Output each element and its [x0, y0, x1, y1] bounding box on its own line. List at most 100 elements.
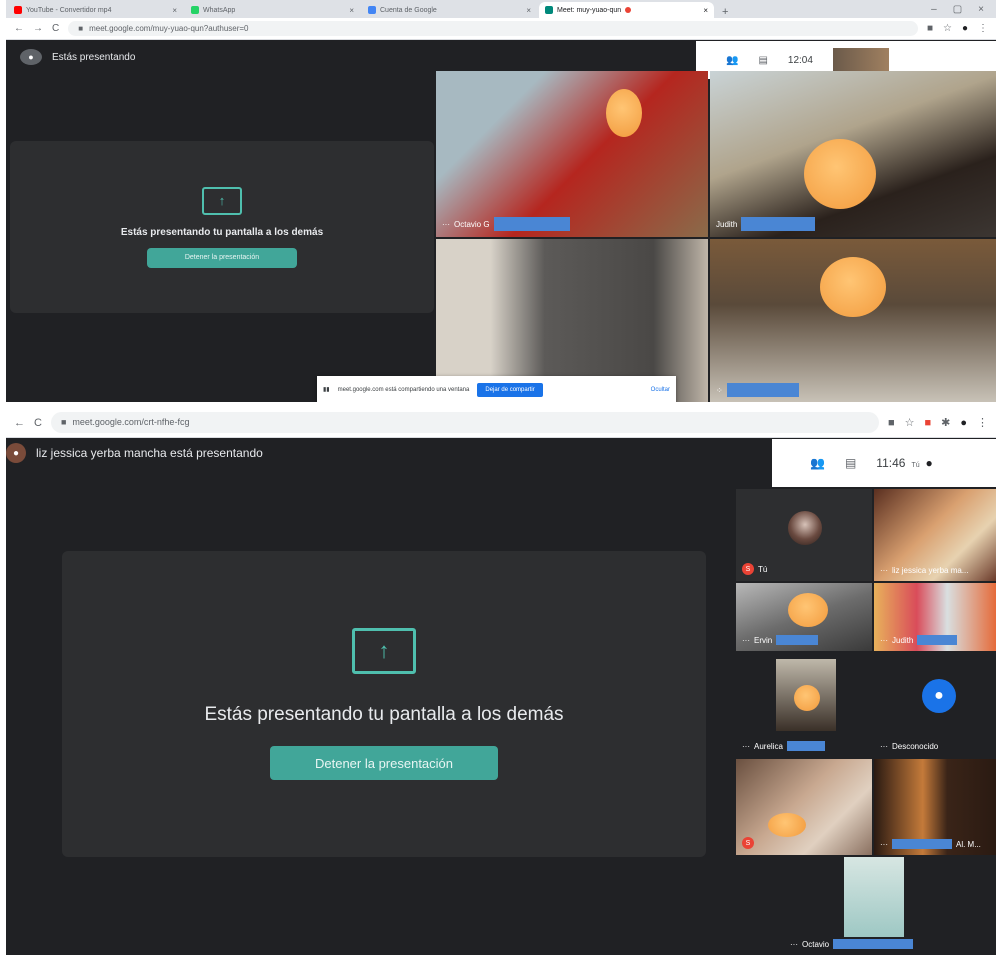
- people-icon[interactable]: 👥: [726, 55, 738, 66]
- close-icon[interactable]: ×: [172, 6, 177, 15]
- participant-tile[interactable]: ⁘: [710, 239, 996, 402]
- url-field[interactable]: ■ meet.google.com/crt-nfhe-fcg: [50, 412, 879, 433]
- url-field[interactable]: ■ meet.google.com/muy-yuao-qun?authuser=…: [68, 21, 918, 36]
- participant-tile[interactable]: S Tú: [736, 489, 872, 581]
- chat-icon[interactable]: ▤: [758, 55, 767, 66]
- meet-top-bar: 👥 ▤ 11:46 Tú ●: [772, 439, 996, 487]
- whatsapp-icon: [191, 6, 199, 14]
- participant-name: ··· Ervin: [742, 635, 819, 645]
- reload-icon[interactable]: C: [34, 417, 42, 429]
- google-icon: [368, 6, 376, 14]
- more-icon[interactable]: ···: [790, 940, 798, 949]
- redaction-box: [741, 217, 816, 231]
- participant-tile[interactable]: ··· Octavio G: [436, 71, 708, 237]
- camera-icon[interactable]: ■: [888, 417, 895, 429]
- window-controls: – ▢ ×: [931, 4, 996, 15]
- participant-name: ··· Desconocido: [880, 742, 938, 751]
- redaction-box: [493, 217, 570, 231]
- tab-title: WhatsApp: [203, 6, 236, 14]
- stop-presenting-button[interactable]: Detener la presentación: [147, 247, 297, 268]
- participant-name-text: Al. M...: [956, 839, 981, 849]
- tab-title: Cuenta de Google: [380, 6, 437, 14]
- participant-tile[interactable]: ··· liz jessica yerba ma...: [874, 489, 996, 581]
- profile-icon: ●: [925, 456, 933, 470]
- presenting-header: ● liz jessica yerba mancha está presenta…: [6, 443, 263, 463]
- participant-tile[interactable]: ··· Judith: [874, 583, 996, 651]
- presenting-label: Estás presentando: [52, 51, 136, 63]
- participant-tile[interactable]: ··· Ervin: [736, 583, 872, 651]
- self-view-thumbnail[interactable]: [832, 48, 889, 72]
- more-icon[interactable]: ···: [880, 840, 888, 849]
- participant-avatar: [788, 511, 822, 545]
- extensions: ■ ☆ ■ ✱ ● ⋮: [888, 416, 988, 430]
- self-avatar[interactable]: Tú ●: [911, 456, 933, 470]
- meet-icon: [545, 6, 553, 14]
- camera-icon[interactable]: ■: [927, 23, 933, 34]
- profile-icon[interactable]: ●: [962, 23, 968, 34]
- clock: 11:46: [876, 456, 906, 470]
- back-icon[interactable]: ←: [14, 23, 24, 34]
- menu-icon[interactable]: ⋮: [977, 416, 988, 429]
- new-tab-button[interactable]: +: [714, 6, 736, 18]
- chat-icon[interactable]: ▤: [845, 456, 856, 470]
- forward-icon[interactable]: →: [33, 23, 43, 34]
- more-icon[interactable]: ···: [880, 636, 888, 645]
- more-icon[interactable]: ···: [742, 636, 750, 645]
- participant-tile[interactable]: ··· Al. M...: [874, 759, 996, 855]
- more-icon[interactable]: ···: [880, 566, 888, 575]
- minimize-icon[interactable]: –: [931, 4, 937, 15]
- people-icon[interactable]: 👥: [810, 456, 825, 470]
- lock-icon: ■: [60, 417, 67, 428]
- hide-button[interactable]: Ocultar: [651, 387, 670, 393]
- star-icon[interactable]: ☆: [905, 416, 915, 429]
- stop-sharing-button[interactable]: Dejar de compartir: [477, 382, 543, 397]
- close-icon[interactable]: ×: [526, 6, 531, 15]
- profile-icon[interactable]: ●: [960, 417, 967, 429]
- close-icon[interactable]: ×: [349, 6, 354, 15]
- stop-presenting-button[interactable]: Detener la presentación: [270, 746, 498, 780]
- more-icon[interactable]: ···: [742, 742, 750, 751]
- participant-name-text: Judith: [716, 219, 738, 229]
- star-icon[interactable]: ☆: [943, 23, 952, 34]
- participant-name: S: [742, 837, 754, 849]
- participant-tile[interactable]: Judith: [710, 71, 996, 237]
- tab-bar: YouTube - Convertidor mp4 × WhatsApp × C…: [6, 0, 996, 18]
- maximize-icon[interactable]: ▢: [953, 4, 962, 15]
- meet-stage: ● Estás presentando ↑ Estás presentando …: [6, 41, 996, 402]
- close-icon[interactable]: ×: [703, 6, 708, 15]
- extension-red-icon[interactable]: ■: [924, 417, 931, 429]
- participant-name-text: Octavio G: [454, 219, 490, 229]
- participant-tile[interactable]: S: [736, 759, 872, 855]
- close-window-icon[interactable]: ×: [978, 4, 984, 15]
- tab-google-account[interactable]: Cuenta de Google ×: [362, 2, 537, 18]
- menu-icon[interactable]: ⋮: [978, 23, 988, 34]
- address-bar-row: ← C ■ meet.google.com/crt-nfhe-fcg ■ ☆ ■…: [6, 408, 996, 438]
- extensions: ■ ☆ ● ⋮: [927, 23, 988, 34]
- tab-meet[interactable]: Meet: muy-yuao-qun ×: [539, 2, 714, 18]
- clock: 12:04: [787, 54, 813, 66]
- tab-youtube[interactable]: YouTube - Convertidor mp4 ×: [8, 2, 183, 18]
- address-bar-row: ← → C ■ meet.google.com/muy-yuao-qun?aut…: [6, 18, 996, 40]
- redaction-box: [726, 383, 799, 397]
- back-icon[interactable]: ←: [14, 417, 25, 429]
- tab-whatsapp[interactable]: WhatsApp ×: [185, 2, 360, 18]
- participant-tile[interactable]: ● ··· Desconocido: [874, 653, 996, 757]
- puzzle-icon[interactable]: ✱: [941, 416, 950, 429]
- participant-tile[interactable]: ··· Aurelica: [736, 653, 872, 757]
- participant-name: ··· Al. M...: [880, 839, 981, 849]
- participant-tile[interactable]: ··· Octavio: [784, 857, 968, 955]
- more-icon[interactable]: ···: [442, 220, 450, 229]
- mic-off-icon: S: [742, 837, 754, 849]
- participant-name: ··· Judith: [880, 635, 958, 645]
- top-screenshot: YouTube - Convertidor mp4 × WhatsApp × C…: [6, 0, 996, 402]
- participant-name-text: Judith: [892, 635, 914, 645]
- reload-icon[interactable]: C: [52, 23, 59, 34]
- presentation-panel: ↑ Estás presentando tu pantalla a los de…: [10, 141, 434, 313]
- participant-name-text: Octavio: [802, 939, 830, 949]
- participant-video: [776, 659, 836, 731]
- participant-name-text: Ervin: [754, 635, 773, 645]
- panel-text: Estás presentando tu pantalla a los demá…: [120, 226, 324, 238]
- more-icon[interactable]: ···: [880, 742, 888, 751]
- presenting-header: ● Estás presentando: [20, 49, 135, 65]
- url-text: meet.google.com/muy-yuao-qun?authuser=0: [89, 24, 249, 33]
